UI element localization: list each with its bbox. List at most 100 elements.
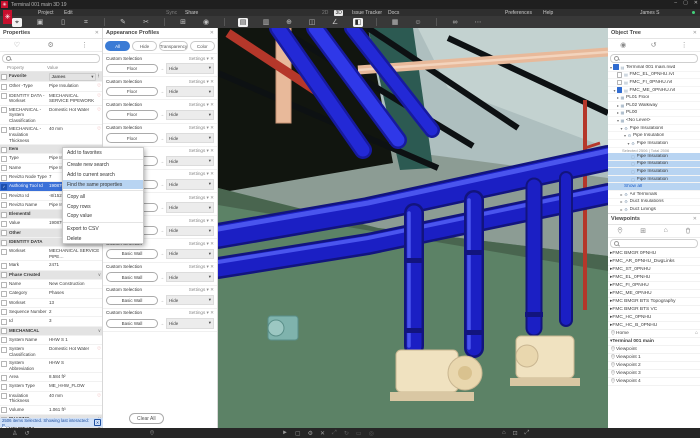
property-group-row[interactable]: MECHANICAL∨ (0, 327, 102, 336)
more-icon[interactable]: ⋯ (473, 18, 483, 27)
context-menu-item[interactable]: Delete (63, 234, 143, 244)
section-box-icon[interactable]: ▭ (356, 430, 362, 437)
checkbox[interactable] (1, 375, 7, 381)
web-view-icon[interactable]: ⊕ (284, 18, 294, 27)
action-dropdown[interactable]: Hide▾ (166, 179, 214, 189)
home-icon[interactable]: ⌂ (695, 330, 698, 336)
tree-node[interactable]: ▤FMC_EL_0PNHU.rvt (608, 72, 700, 80)
tree-node[interactable]: ▸▦PL01 Floor (608, 94, 700, 102)
profile-settings[interactable]: Settings ▾ ✕ (189, 287, 214, 293)
model-views-icon[interactable]: ▣ (35, 18, 45, 27)
focus-target-icon[interactable]: ◎ (369, 430, 374, 437)
close-button[interactable]: ✕ (694, 0, 698, 6)
property-row[interactable]: Sequence Number2 (0, 308, 102, 317)
checkbox[interactable] (1, 319, 7, 325)
checkbox[interactable] (1, 93, 7, 99)
selection-pill-button[interactable]: Basic Wall (106, 249, 158, 258)
mode-3d-toggle[interactable]: 3D (334, 10, 343, 16)
checkbox[interactable] (1, 361, 7, 367)
documents-icon[interactable]: ▥ (261, 18, 271, 27)
checkbox[interactable] (617, 87, 623, 93)
favorite-heart-icon[interactable]: ♡ (95, 346, 101, 352)
action-dropdown[interactable]: Hide▾ (166, 272, 214, 282)
property-row[interactable]: WorksetMECHANICAL SERVICE PIPE… (0, 247, 102, 261)
action-dropdown[interactable]: Hide▾ (166, 295, 214, 305)
checkbox[interactable] (1, 384, 7, 390)
tree-node[interactable]: ▾▤FMC_ME_0PNHU.rvt (608, 87, 700, 95)
pin-icon[interactable] (617, 227, 623, 234)
fullscreen-icon[interactable]: ⤢ (525, 430, 530, 437)
property-group-row[interactable]: Phase Created∨ (0, 271, 102, 280)
selection-pill-button[interactable]: Basic Wall (106, 296, 158, 305)
sheets-icon[interactable]: ▯ (58, 18, 68, 27)
close-icon[interactable]: ✕ (210, 30, 214, 36)
checkbox[interactable] (617, 72, 623, 78)
checkbox[interactable] (1, 193, 7, 199)
property-row[interactable]: NameNew Construction (0, 280, 102, 289)
action-dropdown[interactable]: Hide▾ (166, 63, 214, 73)
viewpoint-item[interactable]: Viewpoint 1 (608, 354, 700, 362)
property-row[interactable]: System ClassificationDomestic Hot Water♡ (0, 345, 102, 359)
viewpoint-item[interactable]: Home⌂ (608, 330, 700, 338)
profile-settings[interactable]: Settings ▾ ✕ (189, 56, 214, 62)
property-row[interactable]: Id3 (0, 317, 102, 326)
tree-node[interactable]: ▢Pipe Insulation (608, 161, 700, 169)
tab-color[interactable]: Color (190, 41, 215, 51)
action-dropdown[interactable]: Hide▾ (166, 156, 214, 166)
checkbox[interactable] (1, 240, 7, 246)
kebab-menu-icon[interactable]: ⋮ (96, 73, 101, 79)
tree-node[interactable]: ▸⚙Duct Insulations (608, 199, 700, 207)
close-icon[interactable]: ✕ (693, 216, 697, 222)
viewpoint-item[interactable]: ▸ FMC_ST_0PNHU (608, 266, 700, 274)
favorite-heart-icon[interactable]: ♡ (95, 93, 101, 99)
appearance-paint-icon[interactable]: ◧ (353, 18, 363, 27)
trash-icon[interactable] (685, 227, 691, 234)
profile-settings[interactable]: Settings ▾ ✕ (189, 218, 214, 224)
profile-settings[interactable]: Settings ▾ ✕ (189, 171, 214, 177)
profile-settings[interactable]: Settings ▾ ✕ (189, 102, 214, 108)
viewpoint-item[interactable]: ▸ FMC_EL_0PNHU (608, 274, 700, 282)
viewpoint-item[interactable]: ▸ FMC_ME_0PNHU (608, 290, 700, 298)
refresh-icon[interactable]: ↺ (651, 41, 657, 49)
walk-mode-icon[interactable]: ♙ (12, 430, 17, 437)
viewpoint-item[interactable]: Viewpoint (608, 346, 700, 354)
selection-pill-button[interactable]: Basic Wall (106, 319, 158, 328)
close-icon[interactable]: ✕ (693, 30, 697, 36)
checkbox[interactable]: ✓ (1, 184, 7, 190)
property-row[interactable]: Insulation Thickness40 mm♡ (0, 392, 102, 406)
viewpoint-item[interactable]: ▸ FMC BMGR BTS Topography (608, 298, 700, 306)
action-dropdown[interactable]: Hide▾ (166, 226, 214, 236)
checkbox[interactable] (1, 202, 7, 208)
add-folder-icon[interactable]: ⊞ (640, 227, 646, 235)
tab-transparency[interactable]: Transparency (159, 41, 188, 51)
camera-photo-icon[interactable]: ◫ (307, 18, 317, 27)
checkbox[interactable] (1, 74, 7, 80)
maximize-button[interactable]: ▢ (683, 0, 688, 6)
menu-docs[interactable]: Docs (388, 10, 399, 16)
markup-pencil-icon[interactable]: ✎ (118, 18, 128, 27)
favorite-heart-icon[interactable]: ♡ (95, 83, 101, 89)
checkbox[interactable] (1, 272, 7, 278)
selection-pill-button[interactable]: Floor (106, 110, 158, 119)
collapse-icon[interactable]: ∨ (49, 272, 101, 278)
viewpoint-item[interactable]: ▸ FMC_AR_0PNHU_DwgLinks (608, 258, 700, 266)
checkbox[interactable] (1, 221, 7, 227)
favorite-user-dropdown[interactable]: James▾ (49, 73, 96, 81)
share-link-icon[interactable]: ∞ (450, 18, 460, 27)
user-avatar-icon[interactable]: ◉ (201, 18, 211, 27)
favorite-heart-icon[interactable]: ♡ (95, 126, 101, 132)
context-menu-item[interactable]: Copy value (63, 212, 143, 222)
context-menu-item[interactable]: Copy all (63, 192, 143, 202)
checkbox[interactable] (1, 263, 7, 269)
tab-hide[interactable]: Hide (132, 41, 157, 51)
orbit-icon[interactable]: ↻ (344, 430, 349, 437)
checkbox[interactable] (1, 156, 7, 162)
checkbox[interactable] (1, 84, 7, 90)
action-dropdown[interactable]: Hide▾ (166, 202, 214, 212)
close-icon[interactable]: ✕ (94, 419, 101, 426)
property-row[interactable]: IDENTITY DATA -WorksetMECHANICAL SERVICE… (0, 92, 102, 106)
profile-settings[interactable]: Settings ▾ ✕ (189, 264, 214, 270)
profile-settings[interactable]: Settings ▾ ✕ (189, 125, 214, 131)
property-row[interactable]: System NameHHW S 1 (0, 336, 102, 345)
box-select-icon[interactable]: ▢ (295, 430, 301, 437)
